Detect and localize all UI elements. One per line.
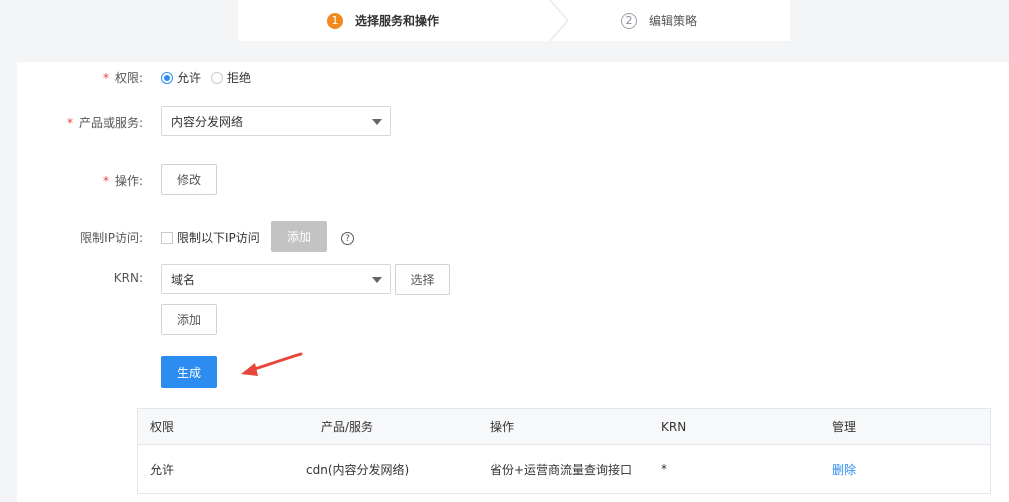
chevron-down-icon [372, 119, 382, 125]
operation-label: * 操作: [102, 174, 143, 188]
radio-allow-indicator[interactable] [161, 71, 173, 84]
chevron-down-icon [372, 277, 382, 283]
modify-operation-button[interactable]: 修改 [161, 164, 217, 195]
table-row: 允许 cdn(内容分发网络) 省份+运营商流量查询接口 * 删除 [138, 445, 990, 493]
generate-button[interactable]: 生成 [161, 356, 217, 388]
krn-label: KRN: [113, 271, 143, 285]
ip-limit-checkbox[interactable]: 限制以下IP访问 [161, 229, 260, 246]
header-product: 产品/服务 [321, 420, 374, 434]
permission-label: * 权限: [102, 71, 143, 85]
row-krn: * [661, 462, 667, 476]
product-select[interactable]: 内容分发网络 [161, 106, 391, 136]
help-icon[interactable]: ? [341, 232, 354, 245]
delete-link[interactable]: 删除 [832, 445, 856, 493]
row-product: cdn(内容分发网络) [306, 462, 410, 477]
permission-radio-group: 允许 拒绝 [161, 69, 261, 86]
ip-limit-checkbox-box[interactable] [161, 231, 173, 244]
header-manage: 管理 [832, 420, 857, 434]
step-2-label: 编辑策略 [649, 14, 698, 28]
step-2-number: 2 [621, 12, 637, 29]
table-header: 权限 产品/服务 操作 KRN 管理 [138, 409, 990, 445]
ip-add-button[interactable]: 添加 [271, 221, 327, 252]
policy-table: 权限 产品/服务 操作 KRN 管理 允许 cdn(内容分发网络) 省份+运营商… [137, 408, 991, 494]
annotation-arrow-icon [241, 352, 303, 376]
product-label: * 产品或服务: [66, 116, 143, 130]
step-1[interactable]: 1 选择服务和操作 [238, 0, 548, 41]
step-1-number: 1 [327, 12, 343, 29]
ip-limit-label: 限制IP访问: [80, 231, 143, 245]
header-krn: KRN [661, 419, 687, 434]
step-chevron-icon [538, 0, 568, 41]
steps-bar: 2 编辑策略 1 选择服务和操作 [238, 0, 790, 41]
krn-choose-button[interactable]: 选择 [395, 264, 450, 295]
row-operation: 省份+运营商流量查询接口 [490, 462, 633, 477]
step-1-label: 选择服务和操作 [355, 14, 440, 28]
header-operation: 操作 [490, 420, 515, 434]
row-permission: 允许 [150, 462, 175, 477]
step-2[interactable]: 2 编辑策略 [548, 0, 790, 41]
header-permission: 权限 [150, 420, 175, 434]
krn-add-button[interactable]: 添加 [161, 304, 217, 335]
radio-deny[interactable]: 拒绝 [211, 69, 251, 86]
radio-deny-indicator[interactable] [211, 71, 224, 84]
krn-select[interactable]: 域名 [161, 264, 391, 294]
radio-allow[interactable]: 允许 [161, 69, 201, 86]
